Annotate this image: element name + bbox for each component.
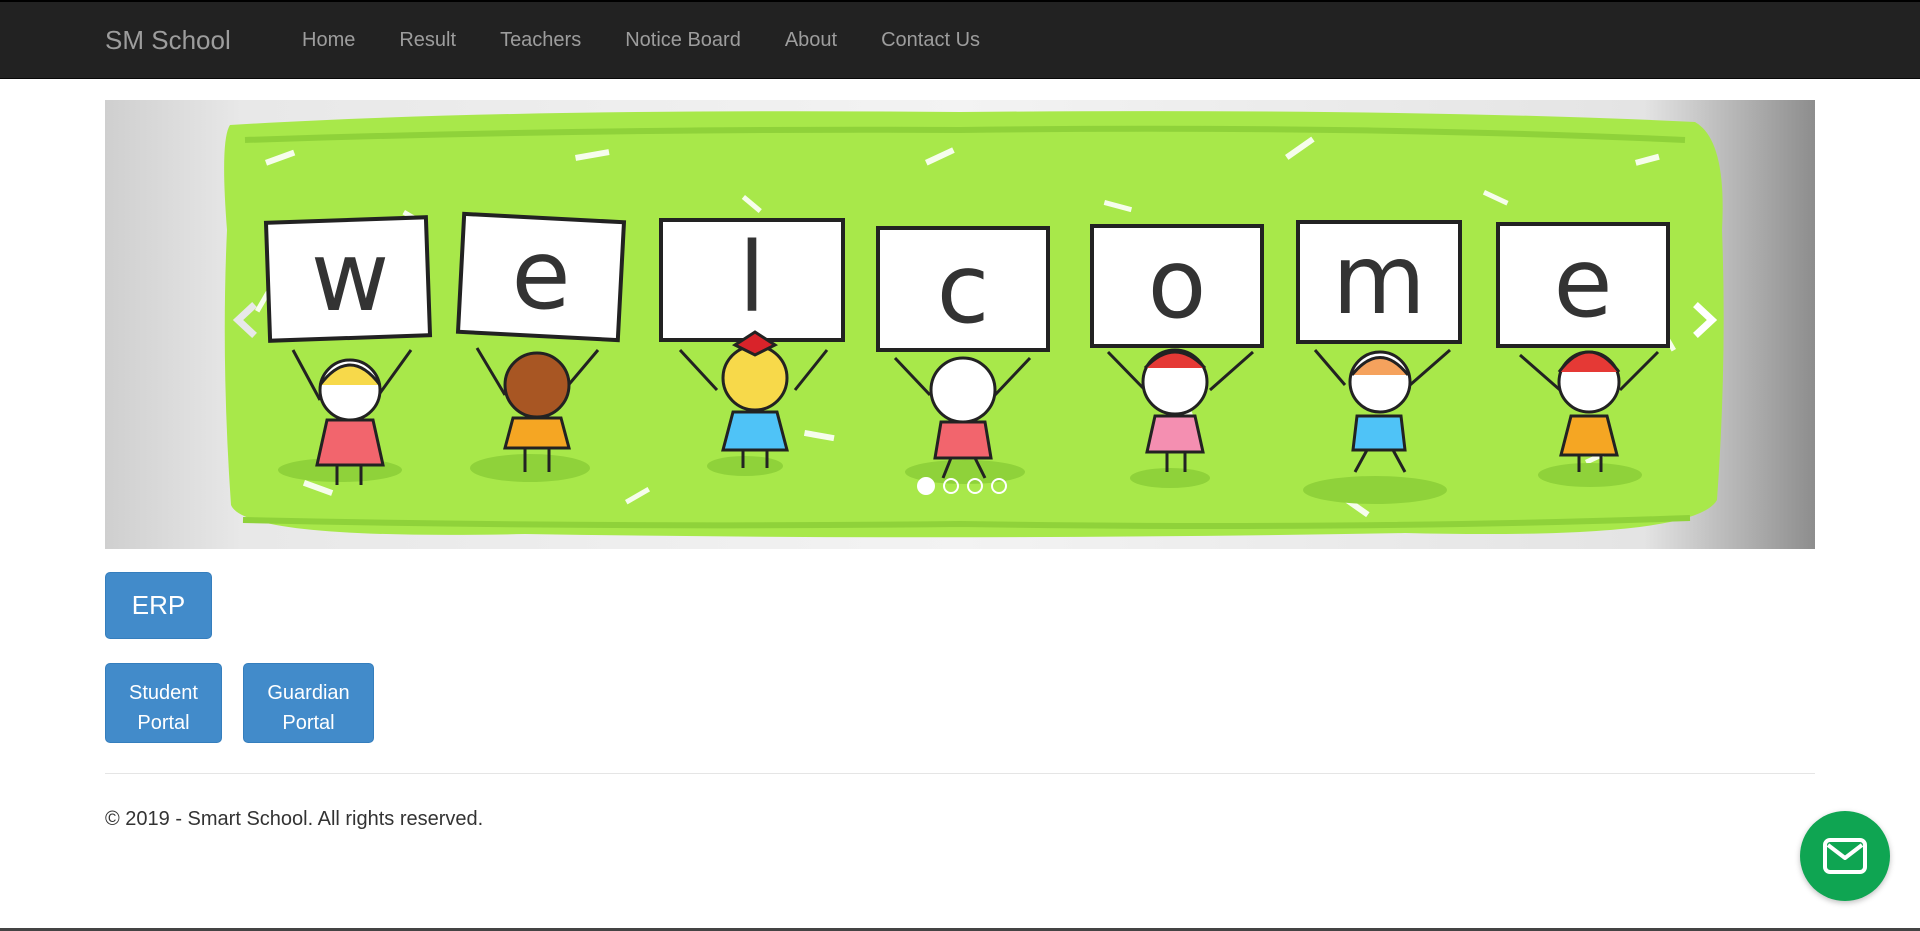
guardian-portal-label-line2: Portal xyxy=(282,711,335,734)
student-portal-label-line1: Student xyxy=(129,681,198,704)
carousel-indicators xyxy=(917,477,1007,495)
nav-notice-board[interactable]: Notice Board xyxy=(603,2,763,79)
student-portal-button[interactable]: Student Portal xyxy=(105,663,222,743)
carousel-indicator-3[interactable] xyxy=(967,478,983,494)
sign-letter: m xyxy=(1332,224,1426,336)
carousel-indicator-1[interactable] xyxy=(917,477,935,495)
footer-copyright: © 2019 - Smart School. All rights reserv… xyxy=(105,808,484,830)
chevron-right-icon xyxy=(1693,302,1718,338)
sign-letter: e xyxy=(1553,227,1613,339)
student-portal-label-line2: Portal xyxy=(137,711,190,734)
nav-about[interactable]: About xyxy=(763,2,859,79)
sign-letter: l xyxy=(738,222,766,334)
mail-icon xyxy=(1823,838,1867,874)
guardian-portal-label-line1: Guardian xyxy=(267,681,350,704)
chevron-left-icon xyxy=(232,302,257,338)
nav-menu: Home Result Teachers Notice Board About … xyxy=(280,2,1002,79)
nav-result[interactable]: Result xyxy=(377,2,478,79)
carousel-indicator-4[interactable] xyxy=(991,478,1007,494)
footer-divider xyxy=(105,773,1815,774)
nav-contact-us[interactable]: Contact Us xyxy=(859,2,1002,79)
chat-button[interactable] xyxy=(1800,811,1890,901)
guardian-portal-button[interactable]: Guardian Portal xyxy=(243,663,374,743)
navbar: SM School Home Result Teachers Notice Bo… xyxy=(0,0,1920,79)
carousel-indicator-2[interactable] xyxy=(943,478,959,494)
welcome-carousel: w e l c o m e xyxy=(105,100,1815,549)
carousel-next-button[interactable] xyxy=(1680,295,1730,345)
carousel-prev-button[interactable] xyxy=(220,295,270,345)
erp-button[interactable]: ERP xyxy=(105,572,212,639)
nav-teachers[interactable]: Teachers xyxy=(478,2,603,79)
sign-letter: o xyxy=(1147,228,1207,340)
sign-letter: c xyxy=(936,233,990,345)
brand-link[interactable]: SM School xyxy=(105,2,231,79)
sign-letter: w xyxy=(310,221,390,333)
nav-home[interactable]: Home xyxy=(280,2,377,79)
sign-letter: e xyxy=(511,219,571,331)
